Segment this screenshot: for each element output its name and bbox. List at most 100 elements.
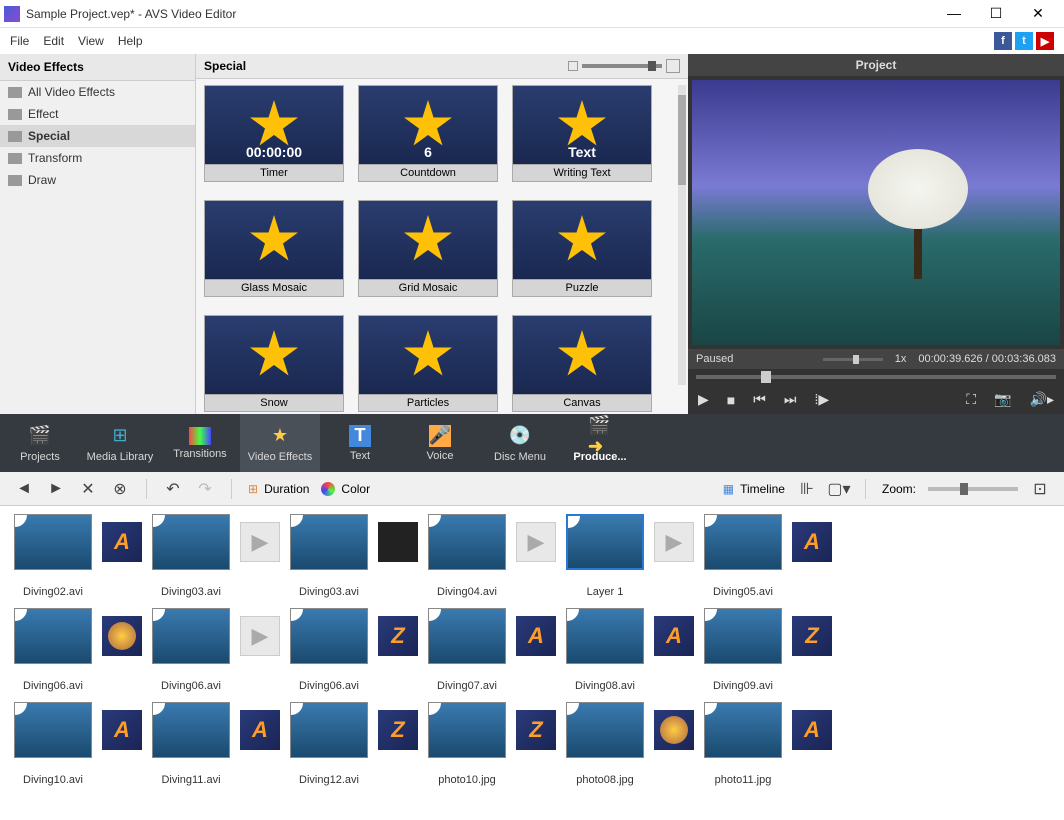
transition-slot[interactable]: A bbox=[792, 710, 832, 750]
delete-button[interactable]: ✕ bbox=[78, 479, 98, 499]
transition-slot[interactable]: A bbox=[792, 522, 832, 562]
tool-media-library[interactable]: ⊞Media Library bbox=[80, 414, 160, 472]
clip-diving10-avi[interactable]: Diving10.avi bbox=[14, 702, 92, 786]
next-button[interactable]: ⏭ bbox=[784, 391, 797, 408]
transition-slot[interactable]: A bbox=[654, 616, 694, 656]
delete-all-button[interactable]: ⊗ bbox=[110, 479, 130, 499]
speed-slider[interactable] bbox=[823, 358, 883, 361]
clip-diving03-avi[interactable]: Diving03.avi bbox=[290, 514, 368, 598]
transition-slot[interactable]: A bbox=[516, 616, 556, 656]
play-button[interactable]: ▶ bbox=[698, 391, 709, 408]
small-thumb-icon bbox=[568, 61, 578, 71]
transition-slot[interactable]: Z bbox=[378, 616, 418, 656]
color-button[interactable]: Color bbox=[321, 482, 370, 496]
tool-transitions[interactable]: Transitions bbox=[160, 414, 240, 472]
twitter-icon[interactable]: t bbox=[1015, 32, 1033, 50]
fullscreen-button[interactable]: ⛶ bbox=[966, 391, 976, 408]
snapshot-button[interactable]: 📷 bbox=[994, 391, 1011, 408]
zoom-slider[interactable] bbox=[928, 487, 1018, 491]
clip-diving07-avi[interactable]: Diving07.avi bbox=[428, 608, 506, 692]
youtube-icon[interactable]: ▶ bbox=[1036, 32, 1054, 50]
undo-button[interactable]: ↶ bbox=[163, 479, 183, 499]
clip-diving11-avi[interactable]: Diving11.avi bbox=[152, 702, 230, 786]
effect-puzzle[interactable]: Puzzle bbox=[512, 200, 652, 297]
effect-countdown[interactable]: 6Countdown bbox=[358, 85, 498, 182]
effect-particles[interactable]: Particles bbox=[358, 315, 498, 412]
clip-diving02-avi[interactable]: Diving02.avi bbox=[14, 514, 92, 598]
menu-help[interactable]: Help bbox=[112, 32, 149, 50]
transition-slot[interactable]: Z bbox=[516, 710, 556, 750]
transition-slot[interactable] bbox=[102, 616, 142, 656]
menu-view[interactable]: View bbox=[72, 32, 110, 50]
menu-file[interactable]: File bbox=[4, 32, 35, 50]
clip-corner-icon bbox=[15, 703, 27, 715]
display-button[interactable]: ▢▾ bbox=[829, 479, 849, 499]
transition-slot[interactable]: Z bbox=[378, 710, 418, 750]
clip-diving06-avi[interactable]: Diving06.avi bbox=[290, 608, 368, 692]
prev-button[interactable]: ⏮ bbox=[753, 391, 766, 408]
nav-back-button[interactable]: ◄ bbox=[14, 479, 34, 499]
tool-projects[interactable]: 🎬Projects bbox=[0, 414, 80, 472]
transition-slot[interactable]: Z bbox=[792, 616, 832, 656]
duration-button[interactable]: ⊞Duration bbox=[248, 482, 309, 496]
sidebar-item-special[interactable]: Special bbox=[0, 125, 195, 147]
seek-bar[interactable] bbox=[688, 369, 1064, 385]
fit-zoom-button[interactable]: ⊡ bbox=[1030, 479, 1050, 499]
sidebar-item-transform[interactable]: Transform bbox=[0, 147, 195, 169]
redo-button[interactable]: ↷ bbox=[195, 479, 215, 499]
effect-timer[interactable]: 00:00:00Timer bbox=[204, 85, 344, 182]
clip-diving08-avi[interactable]: Diving08.avi bbox=[566, 608, 644, 692]
effect-glass-mosaic[interactable]: Glass Mosaic bbox=[204, 200, 344, 297]
tool-video-effects[interactable]: ★Video Effects bbox=[240, 414, 320, 472]
timeline-toggle[interactable]: ▦Timeline bbox=[723, 482, 785, 496]
main-toolbar: 🎬Projects ⊞Media Library Transitions ★Vi… bbox=[0, 414, 1064, 472]
stop-button[interactable]: ■ bbox=[727, 392, 735, 408]
clip-photo11-jpg[interactable]: photo11.jpg bbox=[704, 702, 782, 786]
minimize-button[interactable]: — bbox=[942, 5, 966, 22]
transition-slot[interactable]: A bbox=[102, 710, 142, 750]
preview-video[interactable] bbox=[692, 80, 1060, 345]
clip-diving04-avi[interactable]: Diving04.avi bbox=[428, 514, 506, 598]
volume-button[interactable]: 🔊▸ bbox=[1030, 391, 1054, 408]
transition-arrow[interactable]: ▶ bbox=[516, 522, 556, 562]
clip-diving12-avi[interactable]: Diving12.avi bbox=[290, 702, 368, 786]
effect-grid-mosaic[interactable]: Grid Mosaic bbox=[358, 200, 498, 297]
clip-diving03-avi[interactable]: Diving03.avi bbox=[152, 514, 230, 598]
sidebar-item-draw[interactable]: Draw bbox=[0, 169, 195, 191]
tool-voice[interactable]: 🎤Voice bbox=[400, 414, 480, 472]
effect-canvas[interactable]: Canvas bbox=[512, 315, 652, 412]
transition-slot[interactable] bbox=[654, 710, 694, 750]
facebook-icon[interactable]: f bbox=[994, 32, 1012, 50]
tool-produce[interactable]: 🎬➜Produce... bbox=[560, 414, 640, 472]
effect-writing-text[interactable]: TextWriting Text bbox=[512, 85, 652, 182]
transition-arrow[interactable]: ▶ bbox=[240, 522, 280, 562]
nav-forward-button[interactable]: ► bbox=[46, 479, 66, 499]
menubar: File Edit View Help f t ▶ bbox=[0, 28, 1064, 54]
clip-diving06-avi[interactable]: Diving06.avi bbox=[152, 608, 230, 692]
transition-slot[interactable]: A bbox=[102, 522, 142, 562]
tool-disc-menu[interactable]: 💿Disc Menu bbox=[480, 414, 560, 472]
transition-arrow[interactable]: ▶ bbox=[240, 616, 280, 656]
sidebar-item-all-video-effects[interactable]: All Video Effects bbox=[0, 81, 195, 103]
effects-sidebar: Video Effects All Video EffectsEffectSpe… bbox=[0, 54, 196, 414]
mixer-button[interactable]: ⊪ bbox=[797, 479, 817, 499]
menu-edit[interactable]: Edit bbox=[37, 32, 70, 50]
thumbnail-size-slider[interactable] bbox=[568, 59, 680, 73]
close-button[interactable]: ✕ bbox=[1026, 5, 1050, 22]
transition-arrow[interactable]: ▶ bbox=[654, 522, 694, 562]
tool-text[interactable]: TText bbox=[320, 414, 400, 472]
clip-diving09-avi[interactable]: Diving09.avi bbox=[704, 608, 782, 692]
clip-photo10-jpg[interactable]: photo10.jpg bbox=[428, 702, 506, 786]
maximize-button[interactable]: ☐ bbox=[984, 5, 1008, 22]
transition-slot[interactable]: A bbox=[240, 710, 280, 750]
effects-scrollbar[interactable] bbox=[678, 85, 686, 385]
effect-snow[interactable]: Snow bbox=[204, 315, 344, 412]
clip-diving06-avi[interactable]: Diving06.avi bbox=[14, 608, 92, 692]
step-button[interactable]: ⁞▶ bbox=[814, 391, 829, 408]
transition-slot[interactable] bbox=[378, 522, 418, 562]
sidebar-item-effect[interactable]: Effect bbox=[0, 103, 195, 125]
clip-photo08-jpg[interactable]: photo08.jpg bbox=[566, 702, 644, 786]
storyboard[interactable]: Diving02.aviADiving03.avi▶Diving03.aviDi… bbox=[0, 506, 1064, 820]
clip-layer 1[interactable]: Layer 1 bbox=[566, 514, 644, 598]
clip-diving05-avi[interactable]: Diving05.avi bbox=[704, 514, 782, 598]
